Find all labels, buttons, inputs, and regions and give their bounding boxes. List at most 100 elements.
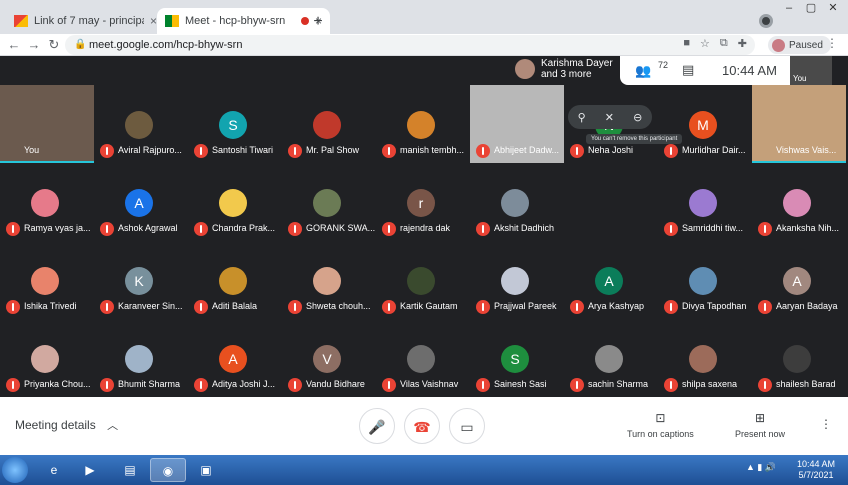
minimize-button[interactable]: – xyxy=(778,0,800,16)
tab-gmail[interactable]: Link of 7 may - principalpibs@gm × xyxy=(6,8,165,34)
participant-tile[interactable]: Aviral Rajpuro... xyxy=(94,85,188,163)
record-icon[interactable] xyxy=(759,14,773,28)
participant-tile[interactable]: Kartik Gautam xyxy=(376,241,470,319)
camera-button[interactable]: ▭ xyxy=(449,408,485,444)
remove-icon[interactable]: ⊖ xyxy=(633,111,642,124)
avatar xyxy=(219,189,247,217)
leave-call-button[interactable]: ☎ xyxy=(404,408,440,444)
pin-icon[interactable]: ⚲ xyxy=(578,111,586,124)
mic-off-icon xyxy=(100,300,114,314)
participant-grid: You Aviral Rajpuro... S Santoshi Tiwari Mr. … xyxy=(0,85,848,397)
new-tab-button[interactable]: + xyxy=(309,13,327,31)
participant-tile[interactable]: Shweta chouh... xyxy=(282,241,376,319)
recording-icon xyxy=(301,17,309,25)
camera-icon[interactable]: ■ xyxy=(683,37,690,50)
avatar xyxy=(501,189,529,217)
tab-meet[interactable]: Meet - hcp-bhyw-srn × xyxy=(157,8,331,34)
mic-off-icon xyxy=(194,222,208,236)
captions-button[interactable]: ⊡ Turn on captions xyxy=(627,411,694,439)
close-icon[interactable]: × xyxy=(150,14,157,28)
participant-tile[interactable]: Mr. Pal Show xyxy=(282,85,376,163)
self-label: You xyxy=(793,74,807,83)
present-button[interactable]: ⊞ Present now xyxy=(735,411,785,439)
app-icon[interactable]: ▣ xyxy=(188,458,224,482)
reload-button[interactable]: ↻ xyxy=(45,36,63,54)
participant-tile[interactable]: Abhijeet Dadw... xyxy=(470,85,564,163)
participant-tile[interactable]: Vishwas Vais... xyxy=(752,85,846,163)
participant-tile[interactable]: sachin Sharma xyxy=(564,319,658,397)
participant-tile[interactable]: M Murlidhar Dair... xyxy=(658,85,752,163)
participant-tile[interactable]: shailesh Barad xyxy=(752,319,846,397)
participant-name: Santoshi Tiwari xyxy=(212,145,274,155)
meet-bottom-bar: Meeting details ︿ 🎤 ☎ ▭ ⊡ Turn on captio… xyxy=(0,397,848,455)
chrome-icon[interactable]: ◉ xyxy=(150,458,186,482)
participant-tile[interactable] xyxy=(564,163,658,241)
microphone-button[interactable]: 🎤 xyxy=(359,408,395,444)
participant-tile[interactable]: A Aditya Joshi J... xyxy=(188,319,282,397)
participant-tile[interactable]: K Karanveer Sin... xyxy=(94,241,188,319)
participant-tile[interactable]: A Aaryan Badaya xyxy=(752,241,846,319)
participant-tile[interactable]: A Ashok Agrawal xyxy=(94,163,188,241)
browser-toolbar: ← → ↻ 🔒 meet.google.com/hcp-bhyw-srn ■ ☆… xyxy=(0,34,848,56)
participant-tile[interactable]: Divya Tapodhan xyxy=(658,241,752,319)
chat-icon[interactable]: ▤ xyxy=(682,62,694,78)
participant-tile[interactable]: Ishika Trivedi xyxy=(0,241,94,319)
participant-tile[interactable]: Vilas Vaishnav xyxy=(376,319,470,397)
participant-tile[interactable]: Chandra Prak... xyxy=(188,163,282,241)
window-close-button[interactable]: ✕ xyxy=(822,0,844,16)
participant-tile[interactable]: manish tembh... xyxy=(376,85,470,163)
ie-icon[interactable]: e xyxy=(36,458,72,482)
taskbar-clock[interactable]: 10:44 AM 5/7/2021 xyxy=(797,459,835,481)
mic-off-icon xyxy=(382,378,396,392)
participant-tile[interactable]: Akanksha Nih... xyxy=(752,163,846,241)
mic-off-icon xyxy=(194,378,208,392)
participant-tile[interactable]: shilpa saxena xyxy=(658,319,752,397)
participant-tile[interactable]: GORANK SWA... xyxy=(282,163,376,241)
participant-tile[interactable]: Samriddhi tiw... xyxy=(658,163,752,241)
folder-icon[interactable]: ▤ xyxy=(112,458,148,482)
participant-tile[interactable]: Priyanka Chou... xyxy=(0,319,94,397)
participant-name: Akshit Dadhich xyxy=(494,223,555,233)
mic-off-icon xyxy=(382,300,396,314)
back-button[interactable]: ← xyxy=(5,36,23,54)
star-icon[interactable]: ☆ xyxy=(700,37,710,50)
participant-name: sachin Sharma xyxy=(588,379,649,389)
participant-tile[interactable]: You xyxy=(0,85,94,163)
browser-menu-icon[interactable]: ⋮ xyxy=(826,36,838,50)
people-icon[interactable]: 👥 xyxy=(635,63,651,79)
participant-name: Ashok Agrawal xyxy=(118,223,178,233)
taskbar-date: 5/7/2021 xyxy=(798,470,834,480)
participant-name: Neha Joshi xyxy=(588,145,634,155)
participant-tile[interactable]: Akshit Dadhich xyxy=(470,163,564,241)
self-view-tile: You xyxy=(790,56,832,85)
mic-off-icon xyxy=(476,144,490,158)
address-bar[interactable]: 🔒 meet.google.com/hcp-bhyw-srn ■ ☆ ⧉ ✚ xyxy=(65,35,755,55)
participant-tile[interactable]: r rajendra dak xyxy=(376,163,470,241)
start-button[interactable] xyxy=(2,457,28,483)
participant-tile[interactable]: Aditi Balala xyxy=(188,241,282,319)
meeting-details-button[interactable]: Meeting details ︿ xyxy=(15,417,118,433)
more-options-icon[interactable]: ⋮ xyxy=(820,417,832,431)
mic-off-icon[interactable]: ✕ xyxy=(605,111,614,124)
participant-tile[interactable]: V Vandu Bidhare xyxy=(282,319,376,397)
participant-tile[interactable]: S Santoshi Tiwari xyxy=(188,85,282,163)
avatar: M xyxy=(689,111,717,139)
avatar xyxy=(772,38,785,52)
profile-button[interactable]: Paused xyxy=(768,36,831,54)
participant-tile[interactable]: A Arya Kashyap xyxy=(564,241,658,319)
extension-icon[interactable]: ⧉ xyxy=(720,37,728,50)
participant-name: Priyanka Chou... xyxy=(24,379,91,389)
puzzle-icon[interactable]: ✚ xyxy=(738,37,747,50)
avatar: S xyxy=(501,345,529,373)
participant-tile[interactable]: S Sainesh Sasi xyxy=(470,319,564,397)
media-player-icon[interactable]: ▶ xyxy=(72,458,108,482)
participant-tile[interactable]: Bhumit Sharma xyxy=(94,319,188,397)
mic-off-icon xyxy=(476,222,490,236)
participant-name: Divya Tapodhan xyxy=(682,301,747,311)
maximize-button[interactable]: ▢ xyxy=(800,0,822,16)
gmail-icon xyxy=(14,15,28,27)
participant-tile[interactable]: Prajjwal Pareek xyxy=(470,241,564,319)
participant-tile[interactable]: Ramya vyas ja... xyxy=(0,163,94,241)
forward-button[interactable]: → xyxy=(25,36,43,54)
mic-off-icon xyxy=(100,144,114,158)
